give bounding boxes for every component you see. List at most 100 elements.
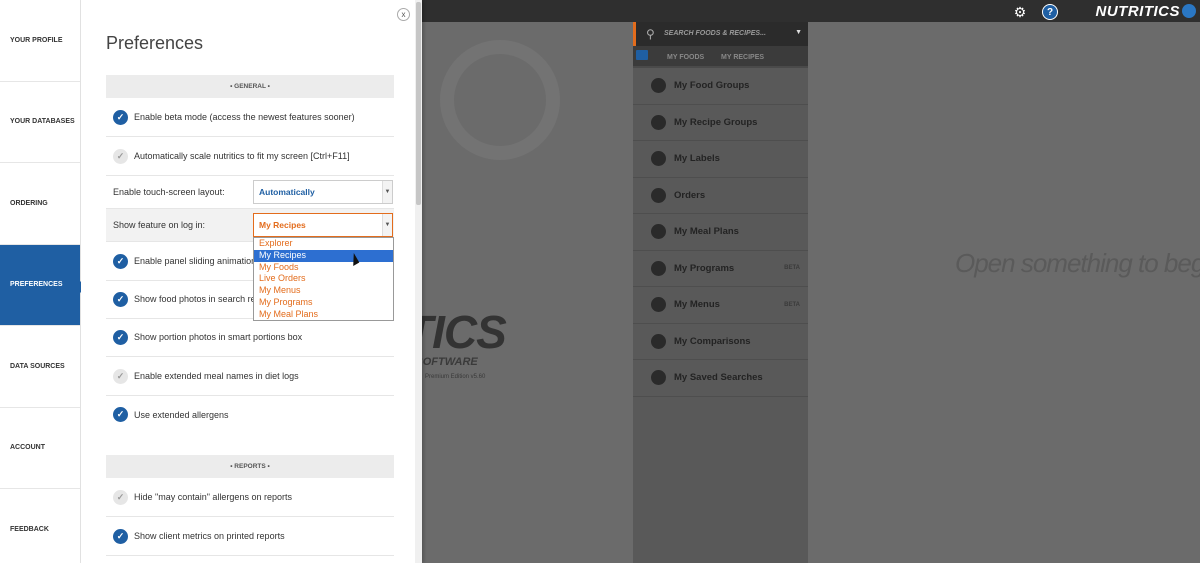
globe-icon xyxy=(1182,4,1196,18)
library-item-label: My Programs xyxy=(674,262,735,274)
scales-icon xyxy=(651,333,666,349)
pref-row[interactable]: ✓ Enable beta mode (access the newest fe… xyxy=(106,98,394,137)
search-icon: ⚲ xyxy=(646,27,655,41)
sidebar-item-ordering[interactable]: ORDERING xyxy=(0,163,80,245)
library-panel: ⚲ SEARCH FOODS & RECIPES... ▼ MY FOODS M… xyxy=(633,22,808,563)
scrollbar-thumb[interactable] xyxy=(416,2,421,205)
pref-row[interactable]: ✓ Show client metrics on printed reports xyxy=(106,517,394,556)
library-item[interactable]: My Labels xyxy=(633,141,808,178)
sidebar-item-feedback[interactable]: FEEDBACK xyxy=(0,489,80,563)
checkbox-unchecked-icon[interactable]: ✓ xyxy=(113,148,128,164)
dropdown-option[interactable]: My Programs xyxy=(254,297,393,309)
brand-logo: NUTRITICS xyxy=(1096,3,1196,20)
close-button[interactable]: x xyxy=(397,8,410,21)
tab-my-foods[interactable]: MY FOODS xyxy=(667,54,704,61)
settings-sidebar: YOUR PROFILE YOUR DATABASES ORDERING PREFER… xyxy=(0,0,86,563)
chevron-down-icon[interactable]: ▼ xyxy=(382,214,392,236)
checkbox-checked-icon[interactable]: ✓ xyxy=(113,329,128,345)
touch-screen-row: Enable touch-screen layout: Automaticall… xyxy=(106,176,394,209)
dropdown-option[interactable]: My Meal Plans xyxy=(254,309,393,321)
chevron-down-icon[interactable]: ▼ xyxy=(382,181,392,203)
checkbox-checked-icon[interactable]: ✓ xyxy=(113,291,128,307)
help-icon[interactable]: ? xyxy=(1042,4,1058,20)
library-tabs: MY FOODS MY RECIPES xyxy=(633,46,808,68)
touch-screen-select[interactable]: Automatically ▼ xyxy=(253,180,393,204)
library-item[interactable]: Orders xyxy=(633,178,808,214)
library-item-label: Orders xyxy=(674,189,706,201)
scrollbar[interactable] xyxy=(415,0,422,563)
watermark-edition: Premium Edition v5.60 xyxy=(425,374,486,380)
library-item[interactable]: My Comparisons xyxy=(633,324,808,360)
library-item-label: My Meal Plans xyxy=(674,226,739,238)
open-prompt: Open something to begin xyxy=(955,248,1200,278)
orders-icon xyxy=(651,187,666,203)
touch-screen-label: Enable touch-screen layout: xyxy=(113,187,225,197)
program-icon xyxy=(651,260,666,276)
pref-label: Enable extended meal names in diet logs xyxy=(134,371,299,381)
meal-plan-icon xyxy=(651,224,666,240)
pref-label: Enable beta mode (access the newest feat… xyxy=(134,112,355,122)
checkbox-checked-icon[interactable]: ✓ xyxy=(113,109,128,125)
library-item[interactable]: My Menus BETA xyxy=(633,287,808,324)
tag-icon xyxy=(651,151,666,167)
checkbox-unchecked-icon[interactable]: ✓ xyxy=(113,489,128,505)
pref-label: Show client metrics on printed reports xyxy=(134,531,285,541)
show-feature-label: Show feature on log in: xyxy=(113,220,206,230)
pref-row[interactable]: ✓ Hide "may contain" allergens on report… xyxy=(106,478,394,517)
pref-row[interactable]: ✓ Use extended allergens xyxy=(106,395,394,434)
search-placeholder: SEARCH FOODS & RECIPES... xyxy=(664,30,766,37)
pref-row[interactable]: ✓ Show portion photos in smart portions … xyxy=(106,318,394,357)
touch-screen-value: Automatically xyxy=(259,187,315,197)
library-item[interactable]: My Programs BETA xyxy=(633,251,808,287)
library-item-label: My Comparisons xyxy=(674,335,751,347)
saved-search-icon xyxy=(651,370,666,386)
section-header-reports: • REPORTS • xyxy=(106,455,394,478)
library-item[interactable]: My Recipe Groups xyxy=(633,105,808,141)
dropdown-option[interactable]: Live Orders xyxy=(254,273,393,285)
library-item-label: My Labels xyxy=(674,153,720,165)
checkbox-checked-icon[interactable]: ✓ xyxy=(113,528,128,544)
library-item-label: My Recipe Groups xyxy=(674,116,758,128)
pref-row[interactable]: ✓ Automatically scale nutritics to fit m… xyxy=(106,137,394,176)
sidebar-item-your-databases[interactable]: YOUR DATABASES xyxy=(0,82,80,163)
sidebar-item-account[interactable]: ACCOUNT xyxy=(0,408,80,489)
show-feature-dropdown-list[interactable]: Explorer My Recipes My Foods Live Orders My … xyxy=(253,237,394,321)
show-feature-value: My Recipes xyxy=(259,220,306,230)
chevron-down-icon[interactable]: ▼ xyxy=(795,29,802,36)
library-item-label: My Menus xyxy=(674,299,720,311)
pref-row[interactable]: ✓ Enable extended meal names in diet log… xyxy=(106,357,394,396)
library-search[interactable]: ⚲ SEARCH FOODS & RECIPES... ▼ xyxy=(633,22,808,46)
library-item[interactable]: My Meal Plans xyxy=(633,214,808,251)
dropdown-option[interactable]: My Recipes xyxy=(254,249,393,262)
dropdown-option[interactable]: My Foods xyxy=(254,262,393,274)
chef-hat-icon xyxy=(651,114,666,130)
pref-label: Enable panel sliding animations xyxy=(134,256,261,266)
library-item-label: My Food Groups xyxy=(674,80,750,92)
dropdown-option[interactable]: Explorer xyxy=(254,238,393,250)
library-item[interactable]: My Saved Searches xyxy=(633,360,808,397)
gear-icon[interactable]: ⚙ xyxy=(1012,4,1028,20)
pref-label: Show portion photos in smart portions bo… xyxy=(134,332,303,342)
tab-my-recipes[interactable]: MY RECIPES xyxy=(721,54,764,61)
pref-label: Automatically scale nutritics to fit my … xyxy=(134,151,350,161)
checkbox-checked-icon[interactable]: ✓ xyxy=(113,407,128,422)
sidebar-item-preferences[interactable]: PREFERENCES xyxy=(0,244,86,326)
checkbox-checked-icon[interactable]: ✓ xyxy=(113,253,128,269)
cutlery-icon xyxy=(651,297,666,313)
apple-icon xyxy=(651,78,666,94)
logo-watermark-shape xyxy=(440,40,560,160)
beta-badge: BETA xyxy=(784,265,800,272)
library-item[interactable]: My Food Groups xyxy=(633,68,808,105)
pref-label: Use extended allergens xyxy=(134,409,229,420)
beta-badge: BETA xyxy=(784,301,800,308)
show-feature-select[interactable]: My Recipes ▼ xyxy=(253,213,393,237)
checkbox-unchecked-icon[interactable]: ✓ xyxy=(113,368,128,384)
sidebar-item-your-profile[interactable]: YOUR PROFILE xyxy=(0,0,80,82)
pref-label: Hide "may contain" allergens on reports xyxy=(134,492,292,502)
folder-icon[interactable] xyxy=(636,50,648,60)
dropdown-option[interactable]: My Menus xyxy=(254,285,393,297)
section-header-general: • GENERAL • xyxy=(106,75,394,98)
library-item-label: My Saved Searches xyxy=(674,372,763,384)
sidebar-item-data-sources[interactable]: DATA SOURCES xyxy=(0,326,80,408)
page-title: Preferences xyxy=(106,33,204,53)
